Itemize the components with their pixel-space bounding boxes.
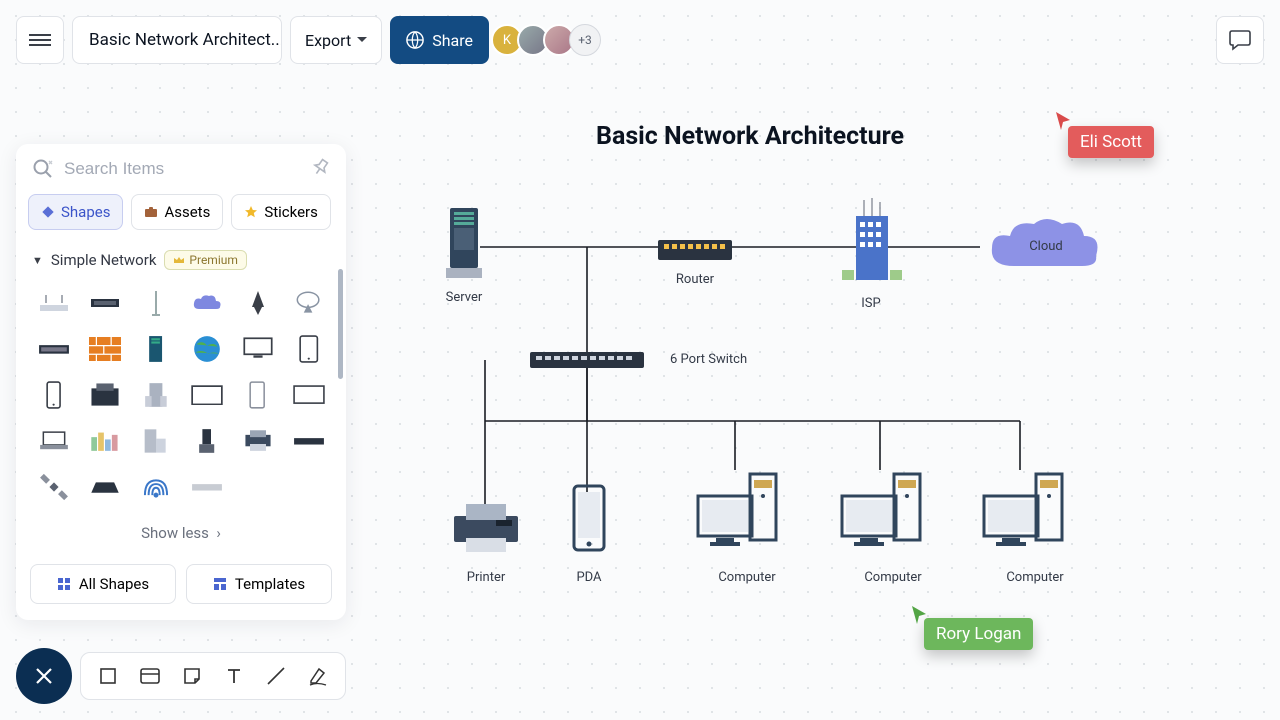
node-server[interactable]	[444, 206, 484, 286]
shape-satellite-dish[interactable]	[285, 282, 332, 324]
bottom-toolbar	[80, 652, 346, 700]
shape-fax[interactable]	[81, 374, 128, 416]
tab-label: Shapes	[61, 203, 110, 221]
node-switch[interactable]	[528, 348, 646, 376]
library-tabs: Shapes Assets Stickers	[16, 194, 346, 240]
node-label: Computer	[858, 570, 928, 585]
shape-modem[interactable]	[81, 466, 128, 508]
shape-rocket[interactable]	[234, 282, 281, 324]
shape-switch[interactable]	[81, 282, 128, 324]
shape-office[interactable]	[132, 420, 179, 462]
shape-rack[interactable]	[30, 328, 77, 370]
tool-highlight[interactable]	[299, 656, 337, 696]
collaborator-cursor-rory: Rory Logan	[924, 618, 1033, 650]
shapes-panel: Shapes Assets Stickers ▼ Simple Network …	[16, 144, 346, 620]
collaborator-cursor-eli: Eli Scott	[1068, 126, 1154, 158]
shape-server-tower[interactable]	[132, 328, 179, 370]
search-icon	[32, 158, 54, 180]
node-label: PDA	[569, 570, 609, 585]
shape-gateway[interactable]	[183, 466, 230, 508]
collapse-icon: ▼	[32, 254, 43, 267]
category-name: Simple Network	[51, 251, 157, 269]
close-icon	[34, 666, 54, 686]
panel-scrollbar[interactable]	[338, 269, 343, 379]
grid-icon	[57, 577, 71, 591]
shape-cloud[interactable]	[183, 282, 230, 324]
shape-grid	[16, 278, 346, 516]
all-shapes-button[interactable]: All Shapes	[30, 564, 176, 604]
shape-deskphone[interactable]	[183, 420, 230, 462]
star-icon	[244, 205, 258, 219]
show-less-button[interactable]: Show less ›	[16, 516, 346, 554]
tool-sticky[interactable]	[173, 656, 211, 696]
shape-building[interactable]	[132, 374, 179, 416]
shape-laptop[interactable]	[30, 420, 77, 462]
shape-empty	[234, 466, 281, 508]
diamond-icon	[41, 205, 55, 219]
tab-assets[interactable]: Assets	[131, 194, 223, 230]
node-computer[interactable]	[978, 470, 1070, 560]
template-icon	[213, 577, 227, 591]
shape-widescreen[interactable]	[285, 374, 332, 416]
node-label: ISP	[856, 296, 886, 311]
tool-card[interactable]	[131, 656, 169, 696]
node-label: Computer	[712, 570, 782, 585]
shape-printer[interactable]	[234, 420, 281, 462]
shape-empty	[285, 466, 332, 508]
tool-rectangle[interactable]	[89, 656, 127, 696]
node-label: Server	[434, 290, 494, 305]
node-label: Computer	[1000, 570, 1070, 585]
crown-icon	[173, 255, 185, 265]
node-computer[interactable]	[692, 470, 784, 560]
shape-tablet[interactable]	[285, 328, 332, 370]
shape-pda[interactable]	[234, 374, 281, 416]
tab-stickers[interactable]: Stickers	[231, 194, 331, 230]
node-printer[interactable]	[448, 498, 524, 562]
shape-satellite[interactable]	[30, 466, 77, 508]
shape-hub[interactable]	[285, 420, 332, 462]
tab-label: Stickers	[264, 203, 318, 221]
shape-wifi-router[interactable]	[30, 282, 77, 324]
premium-badge: Premium	[164, 250, 246, 270]
close-fab[interactable]	[16, 648, 72, 704]
tab-label: Assets	[164, 203, 210, 221]
node-isp[interactable]	[836, 196, 908, 296]
shape-globe[interactable]	[183, 328, 230, 370]
node-label: Router	[665, 272, 725, 287]
panel-footer: All Shapes Templates	[16, 554, 346, 620]
node-label: Printer	[456, 570, 516, 585]
tool-line[interactable]	[257, 656, 295, 696]
shape-signal[interactable]	[132, 466, 179, 508]
tool-text[interactable]	[215, 656, 253, 696]
briefcase-icon	[144, 205, 158, 219]
shape-monitor[interactable]	[234, 328, 281, 370]
tab-shapes[interactable]: Shapes	[28, 194, 123, 230]
category-header[interactable]: ▼ Simple Network Premium	[16, 240, 346, 278]
node-router[interactable]	[656, 230, 734, 270]
shape-antenna[interactable]	[132, 282, 179, 324]
shape-phone[interactable]	[30, 374, 77, 416]
node-label: 6 Port Switch	[670, 352, 760, 367]
shape-city[interactable]	[81, 420, 128, 462]
node-label: Cloud	[1026, 239, 1066, 254]
shape-firewall[interactable]	[81, 328, 128, 370]
search-row	[16, 144, 346, 194]
templates-button[interactable]: Templates	[186, 564, 332, 604]
chevron-right-icon: ›	[216, 524, 221, 542]
node-pda[interactable]	[570, 482, 608, 558]
shape-screen[interactable]	[183, 374, 230, 416]
pin-button[interactable]	[312, 158, 330, 180]
node-computer[interactable]	[836, 470, 928, 560]
search-input[interactable]	[64, 159, 302, 179]
